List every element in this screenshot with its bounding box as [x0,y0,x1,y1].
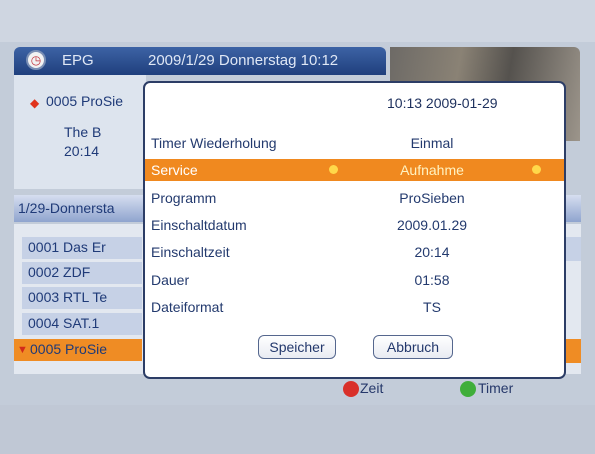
legend-red-label: Zeit [360,380,384,396]
channel-list-item[interactable]: 0002 ZDF [22,262,142,284]
top-band [0,0,595,42]
start-time-row[interactable]: Einschaltzeit 20:14 [145,241,564,263]
duration-row[interactable]: Dauer 01:58 [145,269,564,291]
row-value: 20:14 [414,244,450,260]
clock-icon: ◷ [26,50,46,70]
channel-label: 0005 ProSie [30,341,108,357]
dialog-clock: 10:13 2009-01-29 [387,95,498,111]
red-button-icon [343,381,359,397]
row-label: Dateiformat [151,299,224,315]
right-list-tab [565,237,581,261]
row-label: Einschaltzeit [151,244,230,260]
save-button[interactable]: Speicher [258,335,336,359]
row-value: ProSieben [399,190,465,206]
info-program-title: The B [64,124,102,140]
service-row[interactable]: Service Aufnahme [145,159,564,181]
channel-label: 0001 Das Er [28,239,106,255]
program-row[interactable]: Programm ProSieben [145,187,564,209]
left-arrow-icon[interactable] [329,165,338,174]
row-value: TS [423,299,441,315]
channel-label: 0002 ZDF [28,264,91,280]
arrow-right-icon: ◆ [30,96,40,110]
channel-list-item[interactable]: 0001 Das Er [22,237,142,259]
start-date-row[interactable]: Einschaltdatum 2009.01.29 [145,214,564,236]
right-arrow-icon[interactable] [532,165,541,174]
selection-arrow-icon: ▼ [17,344,28,356]
row-label: Einschaltdatum [151,217,247,233]
row-label: Service [151,162,198,178]
date-bar-label: 1/29-Donnersta [18,200,115,216]
file-format-row[interactable]: Dateiformat TS [145,296,564,318]
green-button-icon [460,381,476,397]
row-label: Programm [151,190,217,206]
epg-title: EPG [62,52,94,69]
bottom-band [0,405,595,454]
legend-green-label: Timer [478,380,514,396]
epg-datetime: 2009/1/29 Donnerstag 10:12 [148,52,339,69]
epg-header: ◷ EPG 2009/1/29 Donnerstag 10:12 [14,47,386,75]
row-label: Dauer [151,272,190,288]
channel-label: 0003 RTL Te [28,289,108,305]
channel-list-item-selected[interactable]: ▼ 0005 ProSie [14,339,142,361]
right-list-selection [565,339,581,363]
channel-list-item[interactable]: 0004 SAT.1 [22,313,142,335]
row-value: 01:58 [414,272,450,288]
cancel-button[interactable]: Abbruch [373,335,453,359]
info-channel: 0005 ProSie [46,93,124,109]
row-value: Aufnahme [400,162,464,178]
row-value: 2009.01.29 [396,217,468,233]
row-label: Timer Wiederholung [151,135,277,151]
channel-label: 0004 SAT.1 [28,315,100,331]
info-program-time: 20:14 [64,143,100,159]
channel-list-item[interactable]: 0003 RTL Te [22,287,142,309]
timer-dialog: 10:13 2009-01-29 Timer Wiederholung Einm… [143,81,566,379]
timer-repeat-row[interactable]: Timer Wiederholung Einmal [145,132,564,154]
row-value: Einmal [410,135,454,151]
